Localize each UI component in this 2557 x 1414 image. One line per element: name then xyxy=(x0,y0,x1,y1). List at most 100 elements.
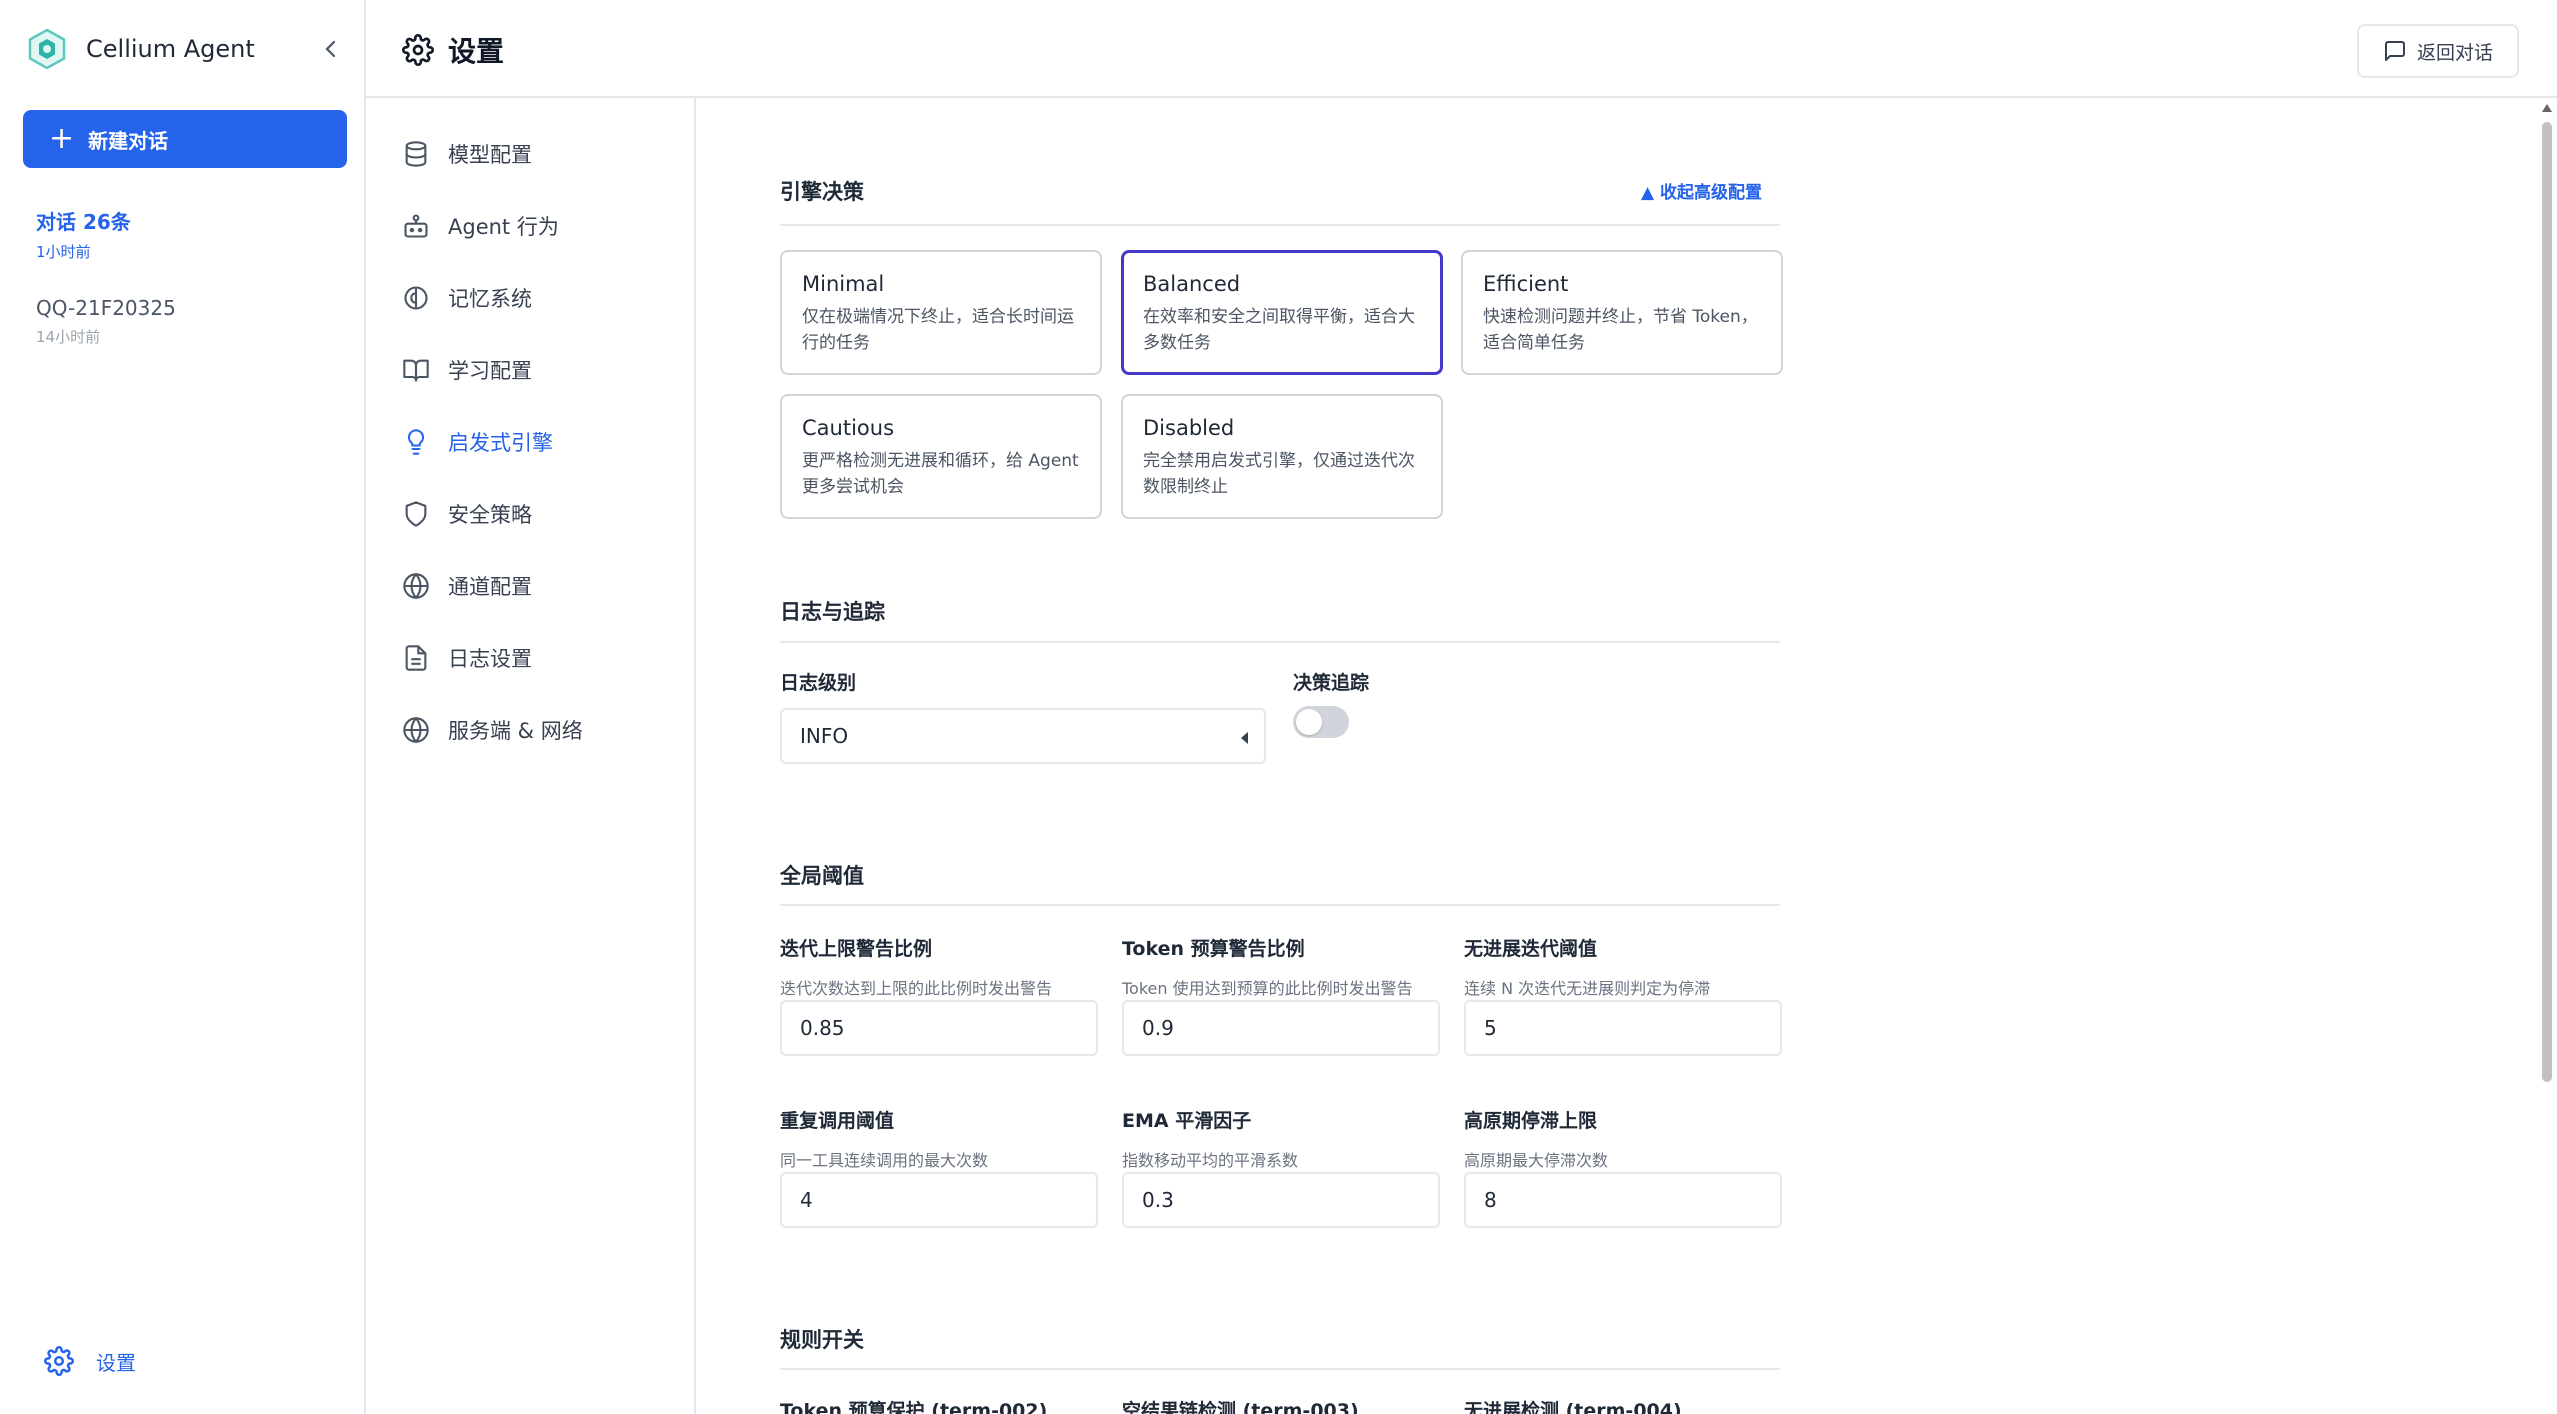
lightbulb-icon xyxy=(407,429,425,455)
app-title: Cellium Agent xyxy=(86,35,255,63)
log-level-label: 日志级别 xyxy=(780,672,857,694)
nav-item-label: Agent 行为 xyxy=(448,215,559,239)
field-hint: 迭代次数达到上限的此比例时发出警告 xyxy=(780,979,1053,998)
field-label: 无进展迭代阈值 xyxy=(1464,938,1598,960)
page-title-text: 设置 xyxy=(448,35,505,68)
conversation-item[interactable]: QQ-21F20325 14小时前 xyxy=(36,296,336,347)
conversation-item[interactable]: 对话 26条 1小时前 xyxy=(36,206,336,262)
decision-trace-toggle[interactable] xyxy=(1293,706,1349,738)
top-bar: 设置 返回对话 xyxy=(366,0,2557,98)
divider xyxy=(780,641,1780,643)
nav-item-security[interactable]: 安全策略 xyxy=(402,490,682,538)
section-title-rules: 规则开关 xyxy=(780,1328,864,1352)
nav-item-label: 记忆系统 xyxy=(448,287,532,311)
field-hint: 指数移动平均的平滑系数 xyxy=(1122,1151,1299,1170)
no-progress-threshold-input[interactable]: 5 xyxy=(1464,1000,1782,1056)
plateau-limit-input[interactable]: 8 xyxy=(1464,1172,1782,1228)
nav-item-model[interactable]: 模型配置 xyxy=(402,130,682,178)
engine-option-minimal[interactable]: Minimal 仅在极端情况下终止，适合长时间运行的任务 xyxy=(780,250,1102,375)
option-name: Disabled xyxy=(1143,416,1235,440)
option-desc: 更严格检测无进展和循环，给 Agent 更多尝试机会 xyxy=(802,451,1079,497)
option-name: Efficient xyxy=(1483,272,1569,296)
field-label: 重复调用阈值 xyxy=(780,1110,895,1132)
option-desc: 快速检测问题并终止，节省 Token，适合简单任务 xyxy=(1483,307,1758,353)
sidebar: Cellium Agent + 新建对话 对话 26条 1小时前 QQ-21F2… xyxy=(0,0,366,1414)
rule-label: Token 预算保护 (term-002) xyxy=(780,1400,1048,1414)
token-warning-ratio-input[interactable]: 0.9 xyxy=(1122,1000,1440,1056)
settings-content: 引擎决策 ▲ 收起高级配置 Minimal 仅在极端情况下终止，适合长时间运行的… xyxy=(696,98,2538,1414)
gear-icon xyxy=(44,1346,74,1376)
decision-trace-label: 决策追踪 xyxy=(1293,672,1370,694)
field-hint: 高原期最大停滞次数 xyxy=(1464,1151,1609,1170)
nav-item-label: 启发式引擎 xyxy=(448,431,553,455)
field-label: 高原期停滞上限 xyxy=(1464,1110,1598,1132)
option-name: Balanced xyxy=(1143,272,1241,296)
option-name: Cautious xyxy=(802,416,895,440)
option-name: Minimal xyxy=(802,272,885,296)
collapse-advanced-link[interactable]: ▲ 收起高级配置 xyxy=(1641,178,1762,203)
nav-item-memory[interactable]: 记忆系统 xyxy=(402,274,682,322)
log-level-select[interactable]: INFO xyxy=(780,708,1266,764)
message-square-icon xyxy=(2384,41,2405,61)
field-hint: Token 使用达到预算的此比例时发出警告 xyxy=(1122,979,1413,998)
conversation-title: QQ-21F20325 xyxy=(36,296,176,320)
collapse-sidebar-button[interactable] xyxy=(316,34,346,64)
toggle-knob xyxy=(1296,709,1322,735)
new-chat-label: 新建对话 xyxy=(88,128,169,153)
iteration-warning-ratio-input[interactable]: 0.85 xyxy=(780,1000,1098,1056)
plus-icon: + xyxy=(49,121,75,156)
divider xyxy=(780,1368,1780,1370)
option-desc: 完全禁用启发式引擎，仅通过迭代次数限制终止 xyxy=(1143,451,1415,497)
sidebar-header: Cellium Agent xyxy=(26,22,346,76)
engine-option-efficient[interactable]: Efficient 快速检测问题并终止，节省 Token，适合简单任务 xyxy=(1461,250,1783,375)
option-desc: 仅在极端情况下终止，适合长时间运行的任务 xyxy=(802,307,1074,353)
settings-nav: 模型配置 Agent 行为 记忆系统 学习配置 启发式引擎 安全策略 通道配置 … xyxy=(366,98,696,1414)
divider xyxy=(780,904,1780,906)
scrollbar-thumb[interactable] xyxy=(2542,122,2552,1082)
nav-item-agent[interactable]: Agent 行为 xyxy=(402,202,682,250)
rule-label: 空结果链检测 (term-003) xyxy=(1122,1400,1359,1414)
chevron-left-icon xyxy=(325,40,336,58)
conversation-time: 1小时前 xyxy=(36,243,91,261)
nav-item-label: 模型配置 xyxy=(448,143,532,167)
nav-item-label: 通道配置 xyxy=(448,575,532,599)
globe-icon xyxy=(403,572,429,600)
field-hint: 同一工具连续调用的最大次数 xyxy=(780,1151,989,1170)
scroll-up-arrow-icon[interactable] xyxy=(2542,104,2552,112)
nav-item-heuristic-engine[interactable]: 启发式引擎 xyxy=(402,418,682,466)
robot-icon xyxy=(404,214,428,238)
log-level-value: INFO xyxy=(800,724,849,748)
back-to-chat-label: 返回对话 xyxy=(2416,41,2493,64)
ema-smoothing-input[interactable]: 0.3 xyxy=(1122,1172,1440,1228)
app-logo-icon xyxy=(28,28,66,70)
nav-item-channels[interactable]: 通道配置 xyxy=(402,562,682,610)
rule-label: 无进展检测 (term-004) xyxy=(1464,1400,1682,1414)
caret-left-icon xyxy=(1241,732,1248,744)
shield-icon xyxy=(405,501,427,527)
globe-icon xyxy=(403,716,429,744)
new-chat-button[interactable]: + 新建对话 xyxy=(23,110,347,168)
file-text-icon xyxy=(405,645,427,671)
sidebar-settings-link[interactable]: 设置 xyxy=(44,1346,136,1376)
engine-option-balanced[interactable]: Balanced 在效率和安全之间取得平衡，适合大多数任务 xyxy=(1121,250,1443,375)
field-hint: 连续 N 次迭代无进展则判定为停滞 xyxy=(1464,979,1711,998)
nav-item-learning[interactable]: 学习配置 xyxy=(402,346,682,394)
nav-item-label: 学习配置 xyxy=(448,359,532,383)
nav-item-label: 日志设置 xyxy=(448,647,532,671)
page-title: 设置 xyxy=(402,30,504,70)
book-icon xyxy=(403,359,429,382)
nav-item-label: 服务端 & 网络 xyxy=(448,719,583,743)
repeat-call-threshold-input[interactable]: 4 xyxy=(780,1172,1098,1228)
section-title-logging: 日志与追踪 xyxy=(780,600,885,624)
field-label: 迭代上限警告比例 xyxy=(780,938,933,960)
nav-item-server-network[interactable]: 服务端 & 网络 xyxy=(402,706,682,754)
nav-item-logging[interactable]: 日志设置 xyxy=(402,634,682,682)
divider xyxy=(780,224,1780,226)
engine-option-cautious[interactable]: Cautious 更严格检测无进展和循环，给 Agent 更多尝试机会 xyxy=(780,394,1102,519)
brain-icon xyxy=(404,286,428,310)
back-to-chat-button[interactable]: 返回对话 xyxy=(2357,24,2519,78)
option-desc: 在效率和安全之间取得平衡，适合大多数任务 xyxy=(1143,307,1415,353)
engine-option-disabled[interactable]: Disabled 完全禁用启发式引擎，仅通过迭代次数限制终止 xyxy=(1121,394,1443,519)
conversation-time: 14小时前 xyxy=(36,328,101,346)
nav-item-label: 安全策略 xyxy=(448,503,532,527)
